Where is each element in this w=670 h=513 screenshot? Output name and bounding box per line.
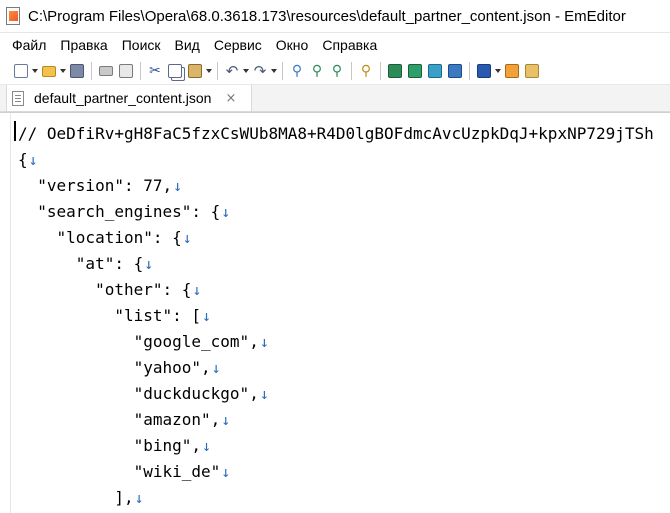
code-text: "amazon",: [18, 410, 221, 429]
macro-1-icon[interactable]: [386, 62, 404, 80]
open-file-icon[interactable]: [40, 62, 58, 80]
newline-marker-icon: ↓: [173, 177, 183, 195]
code-text: // OeDfiRv+gH8FaC5fzxCsWUb8MA8+R4D0lgBOF…: [18, 124, 654, 143]
code-line: "list": [↓: [18, 303, 670, 329]
macro-2-icon[interactable]: [406, 62, 424, 80]
editor-lines: // OeDfiRv+gH8FaC5fzxCsWUb8MA8+R4D0lgBOF…: [18, 121, 670, 511]
settings-icon[interactable]: [503, 62, 521, 80]
text-cursor: [14, 121, 16, 141]
code-text: "list": [: [18, 306, 202, 325]
code-line: "other": {↓: [18, 277, 670, 303]
code-text: "at": {: [18, 254, 144, 273]
code-line: "wiki_de"↓: [18, 459, 670, 485]
code-text: ],: [18, 488, 134, 507]
customize-icon[interactable]: [475, 62, 493, 80]
menu-search[interactable]: Поиск: [115, 34, 168, 56]
undo-icon[interactable]: ↶: [223, 62, 241, 80]
toolbar-separator: [351, 62, 352, 80]
toolbar-separator: [469, 62, 470, 80]
code-text: "location": {: [18, 228, 182, 247]
code-text: "bing",: [18, 436, 202, 455]
code-text: "wiki_de": [18, 462, 221, 481]
code-line: ],↓: [18, 485, 670, 511]
find-in-files-icon[interactable]: ⚲: [357, 62, 375, 80]
menu-window[interactable]: Окно: [269, 34, 316, 56]
code-line: "at": {↓: [18, 251, 670, 277]
new-file-dropdown[interactable]: [31, 62, 39, 80]
code-text: "duckduckgo",: [18, 384, 259, 403]
code-line: "bing",↓: [18, 433, 670, 459]
tab-default-partner-content[interactable]: default_partner_content.json ×: [6, 85, 252, 111]
code-line: "google_com",↓: [18, 329, 670, 355]
newline-marker-icon: ↓: [221, 411, 231, 429]
paste-dropdown[interactable]: [205, 62, 213, 80]
code-line: "location": {↓: [18, 225, 670, 251]
menu-view[interactable]: Вид: [168, 34, 207, 56]
toolbar-separator: [380, 62, 381, 80]
newline-marker-icon: ↓: [192, 281, 202, 299]
properties-icon[interactable]: [523, 62, 541, 80]
code-text: "version": 77,: [18, 176, 173, 195]
newline-marker-icon: ↓: [211, 359, 221, 377]
paste-icon[interactable]: [186, 62, 204, 80]
menu-bar: Файл Правка Поиск Вид Сервис Окно Справк…: [0, 33, 670, 57]
document-icon: [12, 90, 24, 106]
newline-marker-icon: ↓: [202, 307, 212, 325]
newline-marker-icon: ↓: [182, 229, 192, 247]
code-text: "google_com",: [18, 332, 259, 351]
title-bar: C:\Program Files\Opera\68.0.3618.173\res…: [0, 0, 670, 33]
toolbar-separator: [91, 62, 92, 80]
toolbar-separator: [140, 62, 141, 80]
find-icon[interactable]: ⚲: [288, 62, 306, 80]
cut-icon[interactable]: ✂: [146, 62, 164, 80]
code-line: // OeDfiRv+gH8FaC5fzxCsWUb8MA8+R4D0lgBOF…: [18, 121, 670, 147]
newline-marker-icon: ↓: [144, 255, 154, 273]
print-icon[interactable]: [97, 62, 115, 80]
code-line: "version": 77,↓: [18, 173, 670, 199]
customize-dropdown[interactable]: [494, 62, 502, 80]
redo-icon[interactable]: ↷: [251, 62, 269, 80]
code-line: "amazon",↓: [18, 407, 670, 433]
code-line: "duckduckgo",↓: [18, 381, 670, 407]
newline-marker-icon: ↓: [202, 437, 212, 455]
undo-dropdown[interactable]: [242, 62, 250, 80]
code-line: {↓: [18, 147, 670, 173]
menu-file[interactable]: Файл: [0, 34, 53, 56]
menu-tools[interactable]: Сервис: [207, 34, 269, 56]
code-text: "yahoo",: [18, 358, 211, 377]
toolbar-separator: [282, 62, 283, 80]
copy-icon[interactable]: [166, 62, 184, 80]
text-editor[interactable]: // OeDfiRv+gH8FaC5fzxCsWUb8MA8+R4D0lgBOF…: [0, 112, 670, 513]
menu-edit[interactable]: Правка: [53, 34, 114, 56]
tab-label: default_partner_content.json: [34, 90, 212, 106]
find-next-icon[interactable]: ⚲: [308, 62, 326, 80]
toolbar-separator: [217, 62, 218, 80]
code-line: "yahoo",↓: [18, 355, 670, 381]
newline-marker-icon: ↓: [221, 203, 231, 221]
save-icon[interactable]: [68, 62, 86, 80]
tab-close-icon[interactable]: ×: [225, 91, 236, 106]
document-tab-strip: default_partner_content.json ×: [0, 85, 670, 112]
window-title: C:\Program Files\Opera\68.0.3618.173\res…: [28, 7, 626, 25]
code-text: "search_engines": {: [18, 202, 221, 221]
macro-4-icon[interactable]: [446, 62, 464, 80]
editor-gutter: [0, 113, 11, 513]
menu-help[interactable]: Справка: [315, 34, 384, 56]
newline-marker-icon: ↓: [259, 385, 269, 403]
code-text: "other": {: [18, 280, 192, 299]
newline-marker-icon: ↓: [221, 463, 231, 481]
toolbar: ✂ ↶ ↷ ⚲ ⚲ ⚲ ⚲: [0, 58, 670, 85]
redo-dropdown[interactable]: [270, 62, 278, 80]
find-previous-icon[interactable]: ⚲: [328, 62, 346, 80]
newline-marker-icon: ↓: [259, 333, 269, 351]
open-file-dropdown[interactable]: [59, 62, 67, 80]
code-text: {: [18, 150, 28, 169]
print-preview-icon[interactable]: [117, 62, 135, 80]
macro-3-icon[interactable]: [426, 62, 444, 80]
code-line: "search_engines": {↓: [18, 199, 670, 225]
emeditor-app-icon[interactable]: [6, 7, 20, 25]
newline-marker-icon: ↓: [28, 151, 38, 169]
newline-marker-icon: ↓: [134, 489, 144, 507]
new-file-icon[interactable]: [12, 62, 30, 80]
